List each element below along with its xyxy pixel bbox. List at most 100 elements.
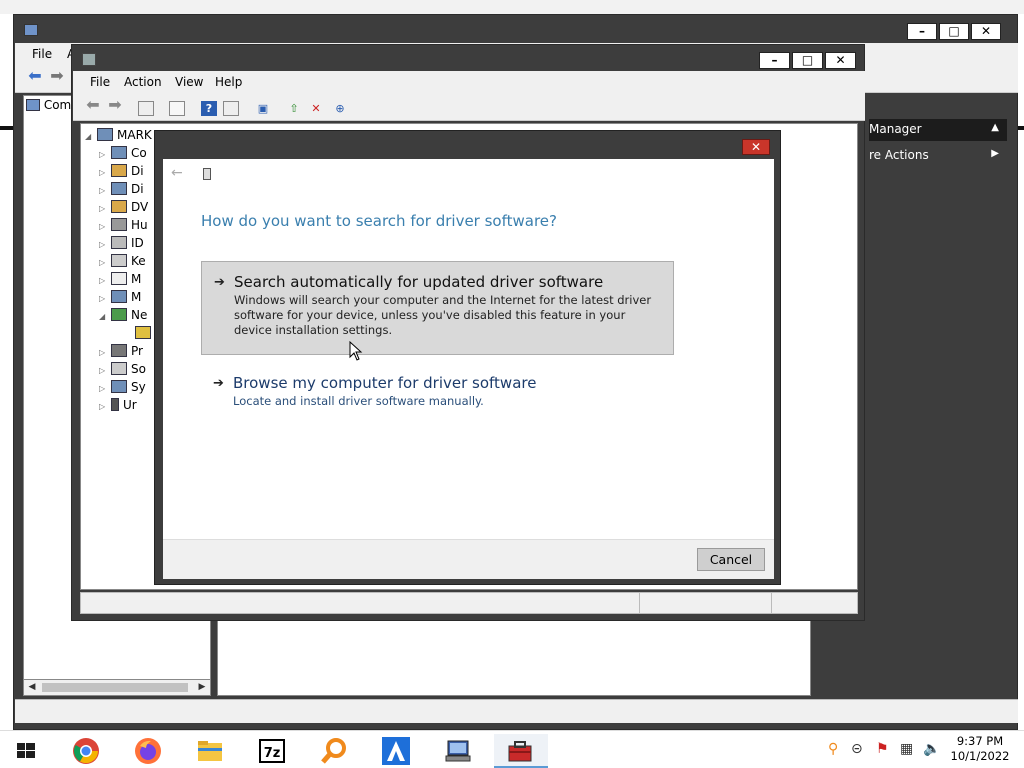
expand-arrow-icon[interactable]: ◢	[85, 132, 97, 141]
tree-item-computer-management[interactable]: Com	[26, 98, 71, 112]
taskbar-firefox[interactable]	[126, 734, 170, 768]
expand-arrow-icon[interactable]: ▷	[99, 150, 111, 159]
update-driver-icon[interactable]: ⇧	[286, 101, 302, 116]
expand-arrow-icon[interactable]: ▷	[99, 384, 111, 393]
tree-item-dvd-drives[interactable]: ▷ DV	[99, 200, 148, 218]
properties-icon[interactable]	[169, 101, 185, 116]
computer-icon	[26, 99, 40, 111]
computer-management-titlebar[interactable]: – □ ✕	[14, 15, 1017, 43]
computer-management-icon	[445, 740, 471, 762]
dm-minimize-button[interactable]: –	[759, 52, 790, 69]
dm-close-button[interactable]: ✕	[825, 52, 856, 69]
disable-device-icon[interactable]: ⊕	[332, 101, 348, 116]
tree-item-computer[interactable]: ▷ Co	[99, 146, 147, 164]
tray-chat-icon[interactable]: ⊝	[851, 741, 863, 757]
search-automatically-option[interactable]: ➔ Search automatically for updated drive…	[201, 261, 674, 355]
expand-arrow-icon[interactable]: ▷	[99, 240, 111, 249]
show-hide-console-tree-icon[interactable]	[138, 101, 154, 116]
more-actions-item[interactable]: re Actions ▶	[869, 145, 1007, 165]
expand-arrow-icon[interactable]: ▷	[99, 258, 111, 267]
tree-item-processors[interactable]: ▷ Pr	[99, 344, 143, 362]
chevron-right-icon: ▶	[991, 148, 999, 159]
tree-item-display-adapters[interactable]: ▷ Di	[99, 182, 144, 200]
dm-maximize-button[interactable]: □	[792, 52, 823, 69]
back-arrow-icon[interactable]: ⬅	[85, 97, 101, 113]
taskbar-search-tool[interactable]	[312, 734, 356, 768]
arrow-right-icon: ➔	[214, 275, 225, 290]
help-icon[interactable]: ?	[201, 101, 217, 116]
taskbar-device-manager[interactable]	[494, 734, 548, 768]
browse-computer-option[interactable]: ➔ Browse my computer for driver software…	[201, 364, 674, 424]
tray-volume-icon[interactable]: 🔈	[923, 741, 940, 757]
taskbar-file-explorer[interactable]	[188, 734, 232, 768]
scrollbar-thumb[interactable]	[42, 683, 188, 692]
expand-arrow-icon[interactable]: ▷	[99, 348, 111, 357]
scroll-left-icon[interactable]: ◀	[24, 680, 40, 695]
expand-arrow-icon[interactable]: ▷	[99, 204, 111, 213]
expand-arrow-icon[interactable]: ▷	[99, 168, 111, 177]
uninstall-device-icon[interactable]: ✕	[308, 101, 324, 116]
tree-item-mice[interactable]: ▷ M	[99, 272, 141, 290]
display-adapter-icon	[111, 182, 127, 195]
back-arrow-icon[interactable]: ⬅	[27, 68, 43, 84]
actions-section-header[interactable]: Manager ▲	[869, 119, 1007, 141]
taskbar-7zip[interactable]: 7z	[250, 734, 294, 768]
tree-item-system-devices[interactable]: ▷ Sy	[99, 380, 146, 398]
tree-item-usb[interactable]: ▷ Ur	[99, 398, 137, 416]
tree-root-computer[interactable]: ◢ MARK	[85, 128, 152, 146]
scan-hardware-icon[interactable]: ▣	[255, 101, 271, 116]
expand-arrow-icon[interactable]: ▷	[99, 402, 111, 411]
taskbar-clock[interactable]: 9:37 PM 10/1/2022	[940, 734, 1020, 764]
expand-arrow-icon[interactable]: ▷	[99, 276, 111, 285]
scroll-right-icon[interactable]: ▶	[194, 680, 210, 695]
minimize-button[interactable]: –	[907, 23, 937, 40]
a-app-icon	[382, 737, 410, 765]
start-button[interactable]	[4, 734, 48, 768]
more-actions-label: re Actions	[869, 148, 929, 162]
svg-text:7z: 7z	[264, 746, 281, 761]
tree-horizontal-scrollbar[interactable]: ◀ ▶	[23, 679, 211, 696]
dm-menu-help[interactable]: Help	[215, 75, 242, 89]
actions-header-label: Manager	[869, 122, 922, 136]
tray-search-icon[interactable]: ⚲	[828, 741, 838, 757]
expand-arrow-icon[interactable]: ▷	[99, 222, 111, 231]
computer-category-icon	[111, 146, 127, 159]
tree-item-disk-drives[interactable]: ▷ Di	[99, 164, 144, 182]
dialog-close-button[interactable]: ✕	[742, 139, 770, 155]
dm-menu-action[interactable]: Action	[124, 75, 162, 89]
menu-file[interactable]: File	[32, 47, 52, 61]
dm-menu-view[interactable]: View	[175, 75, 203, 89]
forward-arrow-icon[interactable]: ➡	[107, 97, 123, 113]
option-title: Search automatically for updated driver …	[234, 273, 604, 291]
collapse-arrow-icon[interactable]: ◢	[99, 312, 111, 321]
taskbar-a-app[interactable]	[374, 734, 418, 768]
start-icon	[17, 743, 35, 758]
tree-item-hid[interactable]: ▷ Hu	[99, 218, 148, 236]
taskbar: 7z ⚲ ⊝ ⚑ ▦ 🔈 9:37 PM 10/1/2022	[0, 730, 1024, 768]
view-icon[interactable]	[223, 101, 239, 116]
expand-arrow-icon[interactable]: ▷	[99, 366, 111, 375]
tree-item-monitors[interactable]: ▷ M	[99, 290, 141, 308]
tree-item-ide[interactable]: ▷ ID	[99, 236, 144, 254]
tray-action-center-icon[interactable]: ⚑	[876, 741, 889, 757]
status-divider	[639, 593, 640, 613]
collapse-up-icon[interactable]: ▲	[991, 122, 999, 133]
cancel-button[interactable]: Cancel	[697, 548, 765, 571]
taskbar-chrome[interactable]	[64, 734, 108, 768]
taskbar-computer-management[interactable]	[436, 734, 480, 768]
tree-item-network-device[interactable]	[135, 326, 155, 344]
tree-item-network-adapters[interactable]: ◢ Ne	[99, 308, 147, 326]
tree-item-sound[interactable]: ▷ So	[99, 362, 146, 380]
maximize-button[interactable]: □	[939, 23, 969, 40]
forward-arrow-icon[interactable]: ➡	[49, 68, 65, 84]
expand-arrow-icon[interactable]: ▷	[99, 186, 111, 195]
dm-menu-file[interactable]: File	[90, 75, 110, 89]
device-manager-statusbar	[80, 592, 858, 614]
tree-item-keyboards[interactable]: ▷ Ke	[99, 254, 146, 272]
expand-arrow-icon[interactable]: ▷	[99, 294, 111, 303]
close-button[interactable]: ✕	[971, 23, 1001, 40]
dialog-footer: Cancel	[163, 539, 774, 579]
device-manager-menubar: File Action View Help	[73, 71, 865, 95]
tray-network-icon[interactable]: ▦	[900, 741, 913, 757]
back-arrow-icon[interactable]: ←	[171, 165, 183, 181]
